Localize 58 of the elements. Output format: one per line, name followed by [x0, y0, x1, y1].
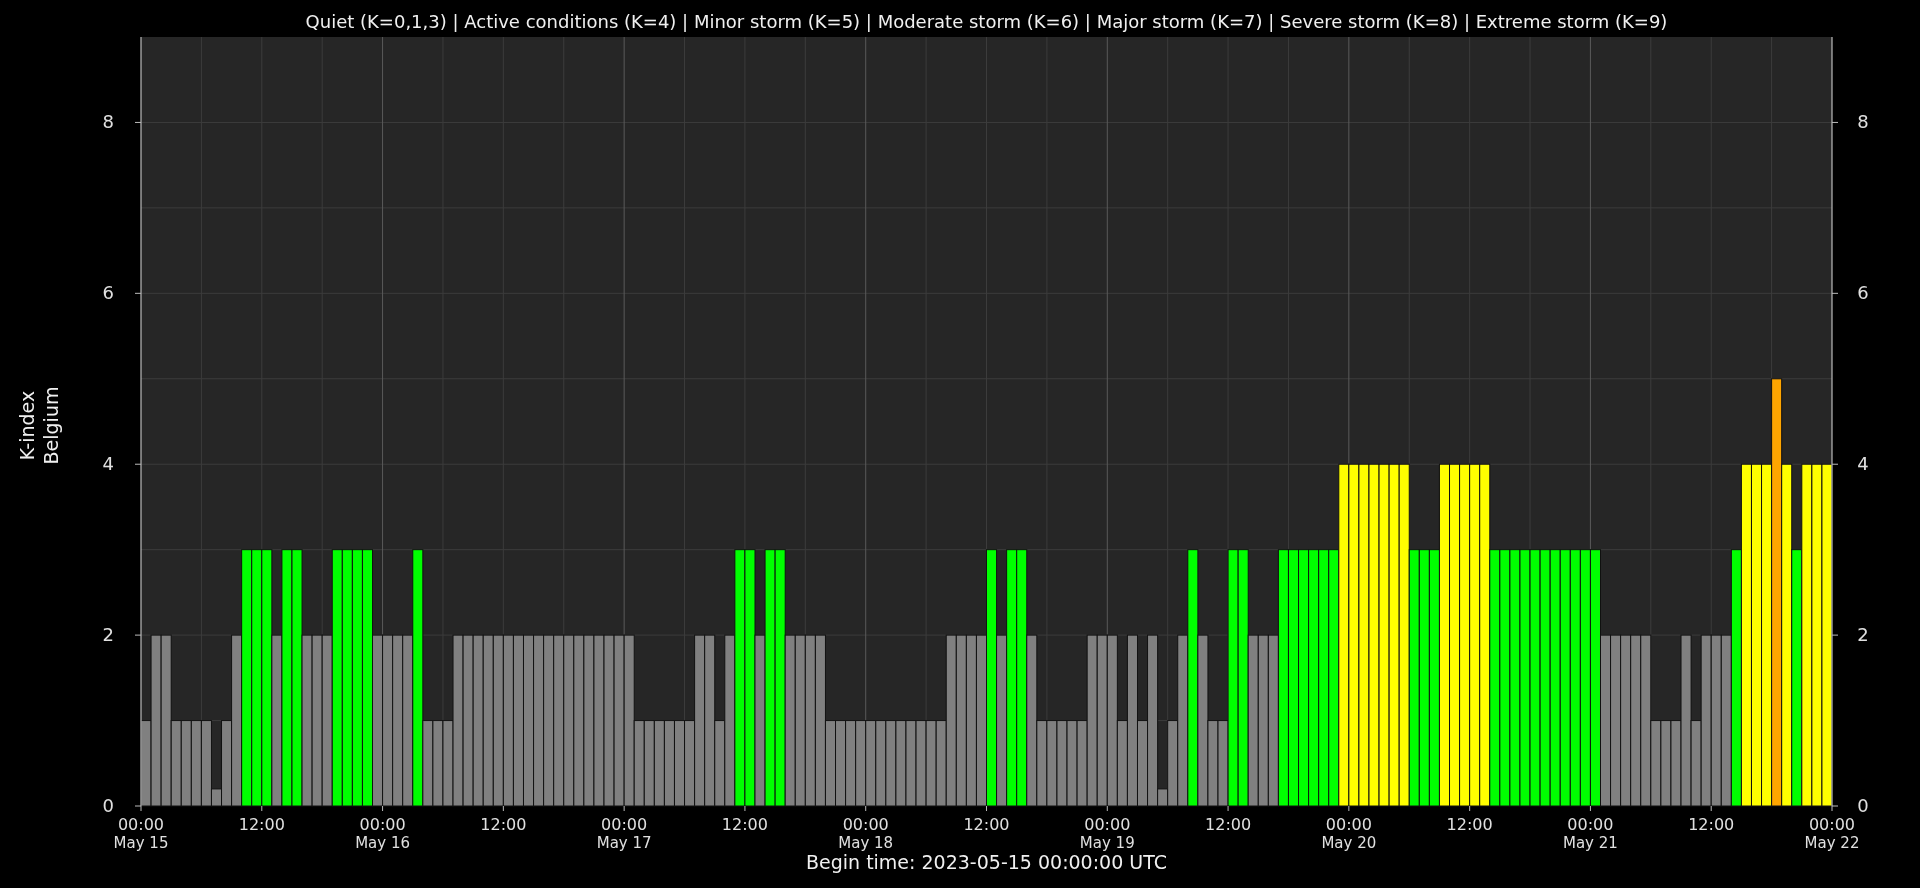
- tick-mark: [1831, 634, 1839, 636]
- chart-title: Quiet (K=0,1,3) | Active conditions (K=4) | Minor storm (K=5) | Moderate storm (K=6) | Major storm (K=7) | Severe storm (K=8) | Extreme storm (K=9): [305, 11, 1668, 32]
- date-label: May 21: [1563, 834, 1618, 852]
- x-axis-label: Begin time: 2023-05-15 00:00:00 UTC: [806, 851, 1167, 873]
- tick-mark: [986, 805, 987, 812]
- tick-mark: [1227, 805, 1229, 812]
- x-tick-label: 12:00: [1446, 815, 1493, 834]
- tick-mark: [865, 805, 867, 812]
- date-label: May 16: [355, 834, 410, 852]
- tick-mark: [1831, 292, 1839, 294]
- tick-mark: [261, 805, 263, 812]
- date-label: May 18: [838, 834, 894, 852]
- tick-mark: [1469, 805, 1471, 812]
- tick-mark: [134, 292, 142, 294]
- tick-mark: [623, 805, 625, 812]
- x-tick-label: 12:00: [963, 815, 1010, 834]
- tick-mark: [502, 805, 504, 812]
- tick-mark: [1348, 805, 1350, 812]
- y-tick-label: 2: [1857, 624, 1869, 646]
- x-tick-label: 00:00: [1325, 815, 1372, 834]
- tick-mark: [1106, 805, 1108, 812]
- tick-mark: [134, 463, 142, 465]
- date-label: May 15: [113, 834, 169, 852]
- x-tick-label: 00:00: [1084, 815, 1131, 834]
- y-tick-label: 8: [102, 111, 114, 133]
- x-tick-label: 12:00: [480, 815, 527, 834]
- y-axis-label: Belgium: [40, 386, 62, 465]
- x-tick-label: 12:00: [1688, 815, 1735, 834]
- y-tick-label: 4: [102, 453, 114, 475]
- x-tick-label: 12:00: [721, 815, 768, 834]
- x-tick-label: 00:00: [1808, 815, 1856, 834]
- y-tick-label: 8: [1857, 111, 1869, 133]
- y-tick-label: 2: [102, 624, 114, 646]
- x-tick-label: 00:00: [842, 815, 889, 834]
- x-tick-label: 00:00: [601, 815, 648, 834]
- y-tick-label: 0: [102, 795, 114, 816]
- y-tick-label: 6: [1857, 282, 1869, 304]
- tick-mark: [1831, 463, 1839, 465]
- tick-mark: [134, 121, 142, 123]
- tick-mark: [1831, 121, 1839, 123]
- x-tick-label: 12:00: [1205, 815, 1252, 834]
- y-axis-label: K-index: [16, 390, 38, 461]
- date-label: May 19: [1079, 834, 1135, 852]
- tick-mark: [382, 805, 384, 812]
- date-label: May 17: [596, 834, 652, 852]
- tick-mark: [1589, 805, 1591, 812]
- x-tick-label: 12:00: [238, 815, 285, 834]
- x-tick-label: 00:00: [117, 815, 165, 834]
- tick-mark: [744, 805, 746, 812]
- y-tick-label: 6: [102, 282, 114, 304]
- tick-mark: [1710, 805, 1712, 812]
- x-tick-label: 00:00: [359, 815, 406, 834]
- tick-mark: [134, 634, 142, 636]
- date-label: May 20: [1321, 834, 1377, 852]
- date-label: May 22: [1804, 834, 1860, 852]
- y-tick-label: 0: [1857, 795, 1869, 816]
- y-tick-label: 4: [1857, 453, 1869, 475]
- x-tick-label: 00:00: [1567, 815, 1614, 834]
